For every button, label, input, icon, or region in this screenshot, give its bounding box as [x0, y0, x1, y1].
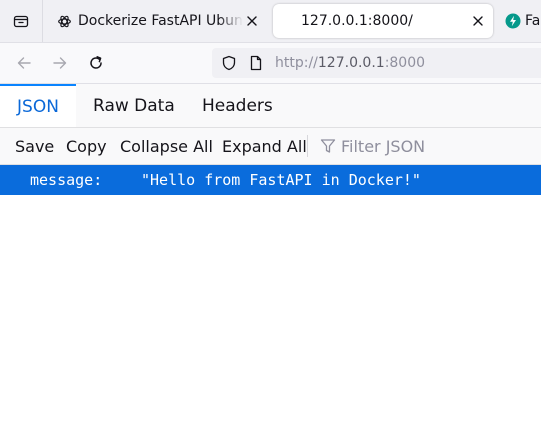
browser-window: Dockerize FastAPI Ubuntu 127.0.0.1:8000/ — [0, 0, 541, 434]
tab-title: Fa — [525, 13, 541, 29]
tab-json[interactable]: JSON — [0, 84, 76, 127]
tab-dockerize-fastapi[interactable]: Dockerize FastAPI Ubuntu — [47, 4, 269, 38]
reload-icon — [90, 56, 102, 69]
tab-title: 127.0.0.1:8000/ — [301, 13, 413, 29]
expand-all-button[interactable]: Expand All — [222, 128, 307, 164]
page-icon[interactable] — [248, 55, 264, 71]
save-button[interactable]: Save — [15, 128, 54, 164]
tab-close-button[interactable] — [243, 12, 261, 30]
tab-strip: Dockerize FastAPI Ubuntu 127.0.0.1:8000/ — [0, 0, 541, 43]
close-icon — [247, 16, 257, 26]
url-prefix: http:// — [275, 55, 318, 71]
reload-button[interactable] — [84, 51, 108, 75]
json-value: "Hello from FastAPI in Docker!" — [141, 171, 421, 189]
json-viewer-tabs: JSON Raw Data Headers — [0, 84, 541, 128]
copy-button[interactable]: Copy — [66, 128, 107, 164]
tab-headers[interactable]: Headers — [202, 84, 273, 127]
collapse-all-button[interactable]: Collapse All — [120, 128, 213, 164]
shield-icon[interactable] — [221, 55, 237, 71]
back-button[interactable] — [12, 51, 36, 75]
filter-icon — [320, 138, 336, 154]
arrow-right-icon — [53, 57, 67, 69]
arrow-left-icon — [17, 57, 31, 69]
tab-overview-button[interactable] — [0, 0, 43, 42]
tab-title: Dockerize FastAPI Ubuntu — [78, 13, 243, 29]
tab-localhost-active[interactable]: 127.0.0.1:8000/ — [273, 4, 493, 38]
json-key: message: — [30, 171, 103, 189]
url-port: :8000 — [384, 55, 426, 71]
url-host: 127.0.0.1 — [317, 55, 385, 71]
forward-button[interactable] — [48, 51, 72, 75]
openai-icon — [56, 13, 72, 29]
tab-close-button[interactable] — [469, 12, 487, 30]
json-toolbar: Save Copy Collapse All Expand All — [0, 128, 541, 165]
toolbar-divider — [307, 135, 308, 157]
address-bar[interactable]: http://127.0.0.1:8000 — [212, 48, 541, 78]
close-icon — [473, 16, 483, 26]
tab-fastapi-docs[interactable]: Fa — [500, 4, 541, 38]
filter-json-input[interactable] — [341, 135, 536, 157]
navigation-bar: http://127.0.0.1:8000 — [0, 43, 541, 84]
url-text: http://127.0.0.1:8000 — [275, 54, 425, 72]
tab-overview-icon — [13, 15, 29, 28]
json-row-selected[interactable]: message: "Hello from FastAPI in Docker!" — [0, 165, 541, 195]
tab-raw-data[interactable]: Raw Data — [93, 84, 175, 127]
fastapi-icon — [505, 13, 521, 29]
